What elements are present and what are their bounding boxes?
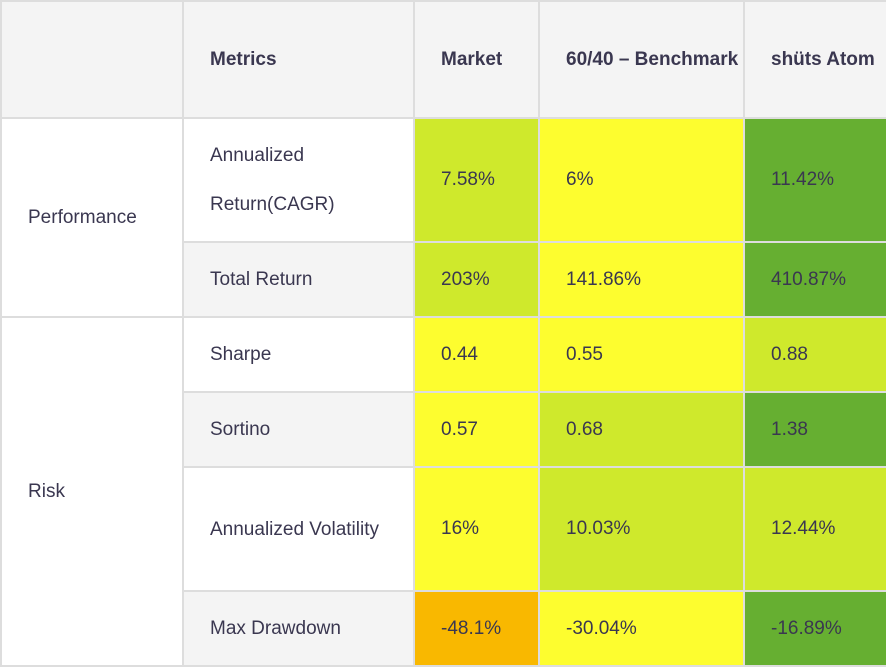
shuts-atom-value: 11.42% bbox=[743, 117, 886, 243]
metric-label: Annualized Volatility bbox=[182, 466, 415, 592]
header-category bbox=[0, 0, 184, 119]
benchmark-value: -30.04% bbox=[538, 590, 745, 667]
table-row: Risk Sharpe 0.44 0.55 0.88 bbox=[0, 316, 886, 667]
shuts-atom-value: 0.88 bbox=[743, 316, 886, 393]
header-shuts-atom: shüts Atom bbox=[743, 0, 886, 119]
market-value: 0.44 bbox=[413, 316, 540, 393]
header-metrics: Metrics bbox=[182, 0, 415, 119]
market-value: 203% bbox=[413, 241, 540, 318]
benchmark-value: 141.86% bbox=[538, 241, 745, 318]
category-risk: Risk bbox=[0, 316, 184, 667]
market-value: 7.58% bbox=[413, 117, 540, 243]
benchmark-value: 6% bbox=[538, 117, 745, 243]
header-row: Metrics Market 60/40 – Benchmark shüts A… bbox=[0, 0, 886, 119]
table-row: Performance Annualized Return(CAGR) 7.58… bbox=[0, 117, 886, 318]
benchmark-value: 10.03% bbox=[538, 466, 745, 592]
metric-label: Sortino bbox=[182, 391, 415, 468]
benchmark-value: 0.55 bbox=[538, 316, 745, 393]
shuts-atom-value: 12.44% bbox=[743, 466, 886, 592]
shuts-atom-value: 410.87% bbox=[743, 241, 886, 318]
metric-label: Max Drawdown bbox=[182, 590, 415, 667]
header-benchmark: 60/40 – Benchmark bbox=[538, 0, 745, 119]
header-market: Market bbox=[413, 0, 540, 119]
benchmark-value: 0.68 bbox=[538, 391, 745, 468]
shuts-atom-value: 1.38 bbox=[743, 391, 886, 468]
metric-label: Sharpe bbox=[182, 316, 415, 393]
market-value: -48.1% bbox=[413, 590, 540, 667]
comparison-table: Metrics Market 60/40 – Benchmark shüts A… bbox=[0, 0, 886, 667]
metric-label: Annualized Return(CAGR) bbox=[182, 117, 415, 243]
metric-label: Total Return bbox=[182, 241, 415, 318]
market-value: 16% bbox=[413, 466, 540, 592]
market-value: 0.57 bbox=[413, 391, 540, 468]
shuts-atom-value: -16.89% bbox=[743, 590, 886, 667]
category-performance: Performance bbox=[0, 117, 184, 318]
